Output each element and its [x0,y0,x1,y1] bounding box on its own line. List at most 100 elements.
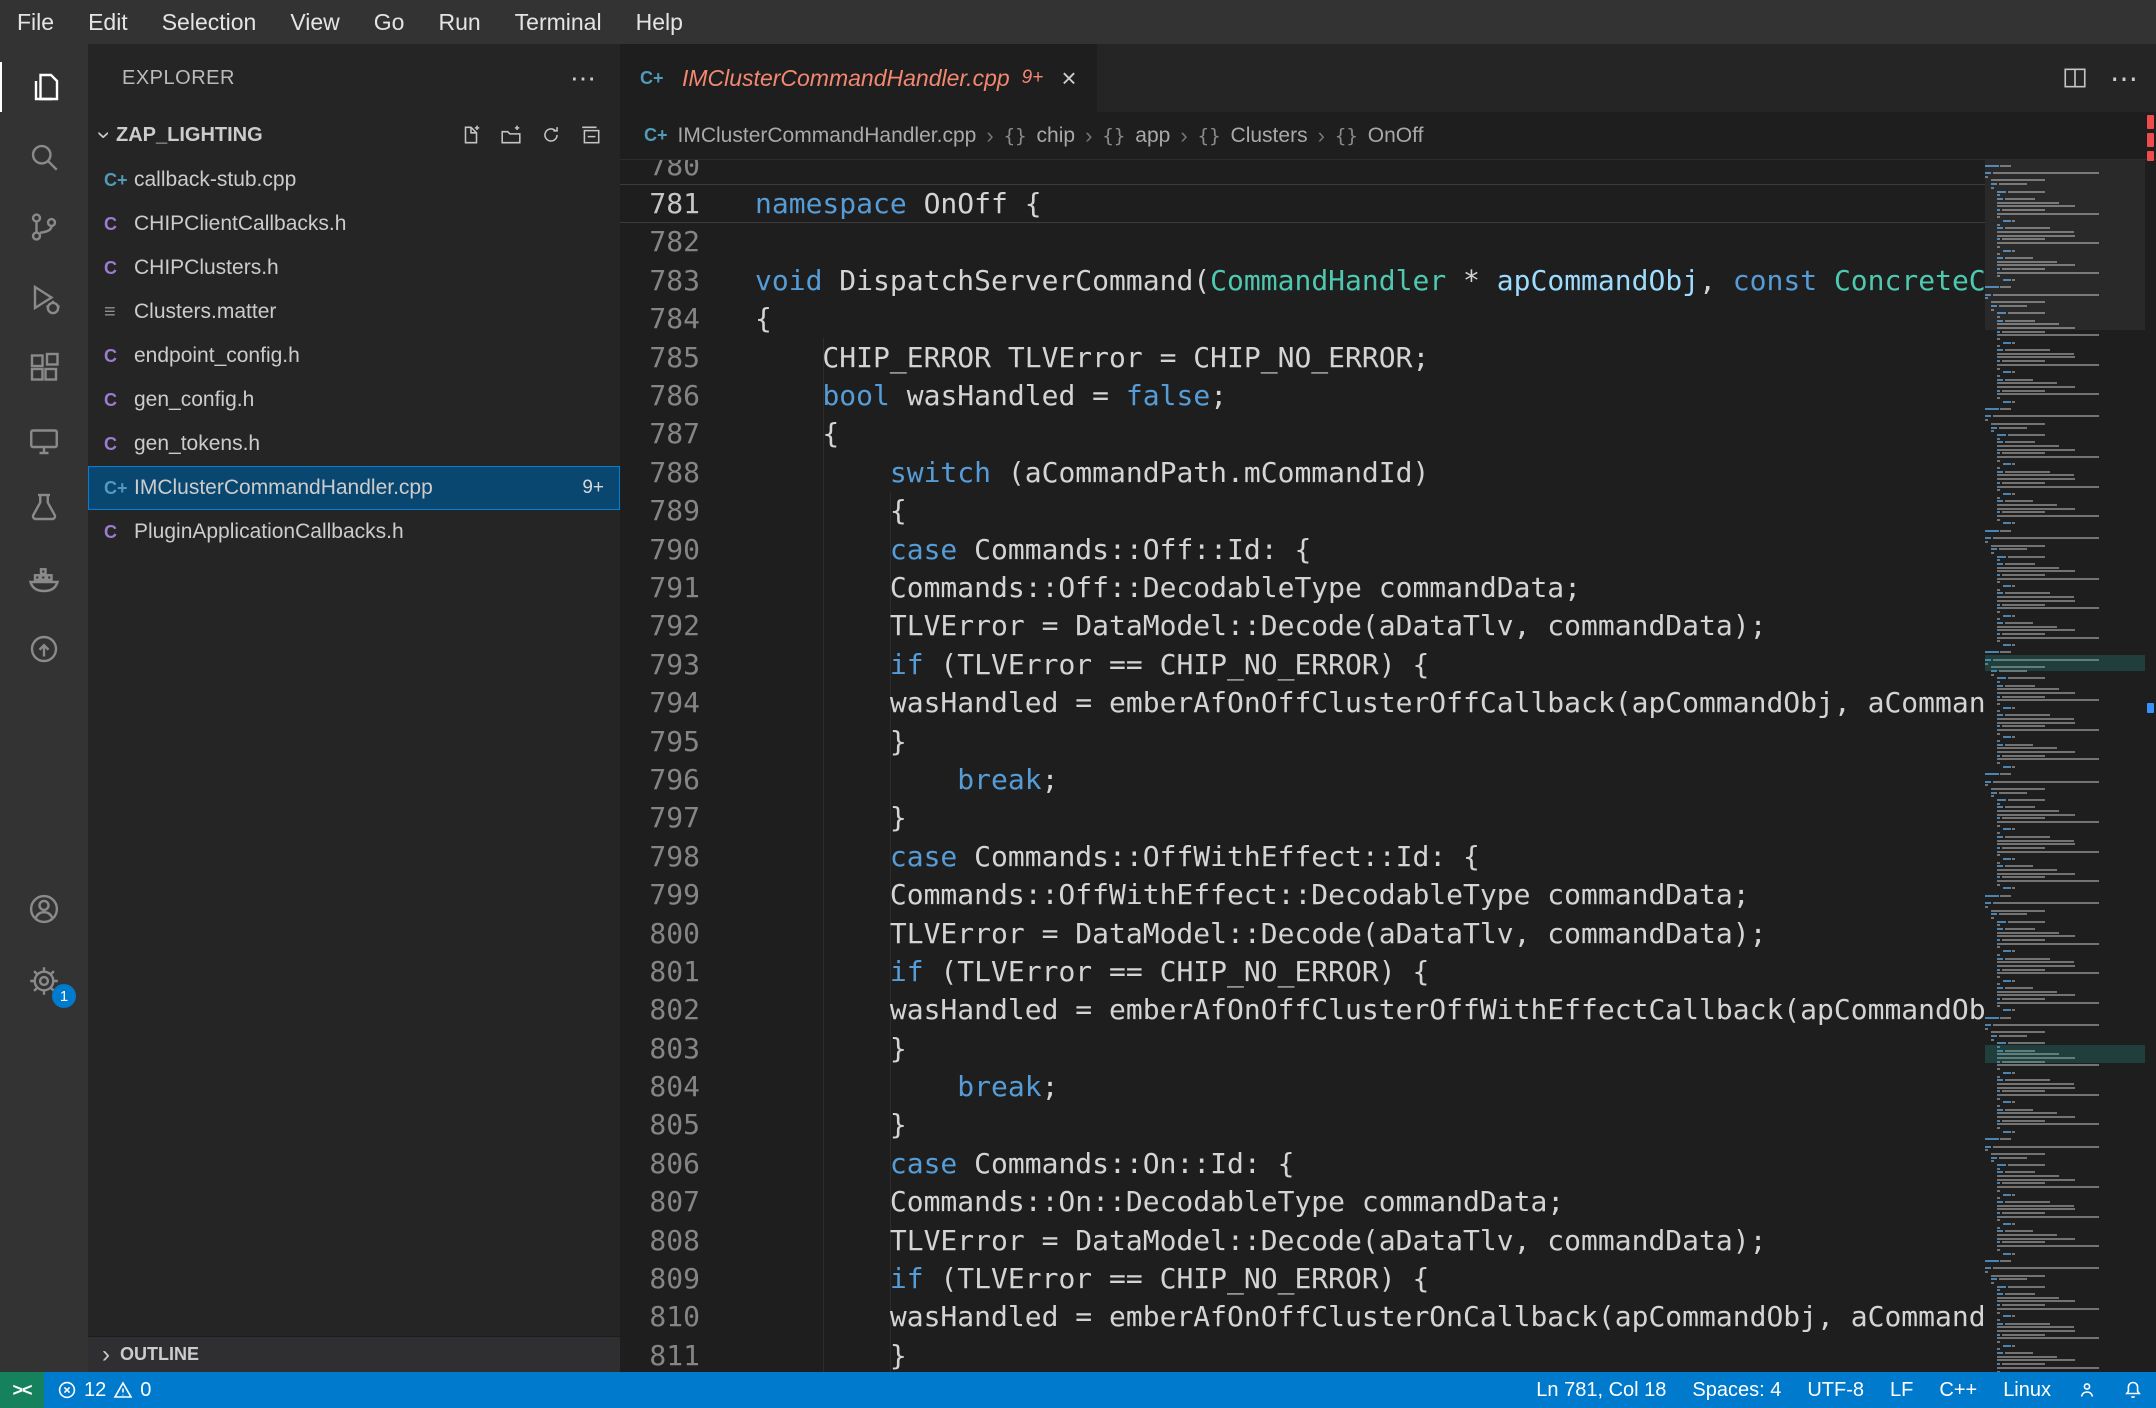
code-line-786[interactable]: 786 bool wasHandled = false; [620,376,1985,414]
extensions-icon[interactable] [0,344,88,394]
menu-selection[interactable]: Selection [145,0,274,44]
line-number[interactable]: 788 [620,456,700,489]
code-line-787[interactable]: 787 { [620,415,1985,453]
search-icon[interactable] [0,132,88,182]
code-line-806[interactable]: 806 case Commands::On::Id: { [620,1144,1985,1182]
line-number[interactable]: 780 [620,160,700,182]
line-number[interactable]: 803 [620,1032,700,1065]
line-number[interactable]: 800 [620,917,700,950]
line-number[interactable]: 793 [620,648,700,681]
code-line-797[interactable]: 797 } [620,799,1985,837]
settings-gear-icon[interactable]: 1 [0,956,88,1008]
editor-more-icon[interactable]: ⋯ [2110,62,2138,95]
file-row[interactable]: C+ IMClusterCommandHandler.cpp 9+ [88,466,620,510]
minimap[interactable] [1985,160,2145,1372]
menu-edit[interactable]: Edit [71,0,145,44]
line-number[interactable]: 796 [620,763,700,796]
encoding[interactable]: UTF-8 [1794,1372,1877,1408]
line-number[interactable]: 804 [620,1070,700,1103]
new-file-icon[interactable] [460,124,482,146]
live-share-icon[interactable] [0,624,88,674]
line-number[interactable]: 787 [620,417,700,450]
code-line-788[interactable]: 788 switch (aCommandPath.mCommandId) [620,453,1985,491]
file-row[interactable]: C+ callback-stub.cpp [88,158,620,202]
code-line-809[interactable]: 809 if (TLVError == CHIP_NO_ERROR) { [620,1259,1985,1297]
code-line-793[interactable]: 793 if (TLVError == CHIP_NO_ERROR) { [620,645,1985,683]
line-number[interactable]: 789 [620,494,700,527]
line-number[interactable]: 795 [620,725,700,758]
menu-terminal[interactable]: Terminal [498,0,619,44]
code-line-782[interactable]: 782 [620,223,1985,261]
refresh-icon[interactable] [540,124,562,146]
menu-go[interactable]: Go [357,0,422,44]
code-line-789[interactable]: 789 { [620,492,1985,530]
file-row[interactable]: Cgen_tokens.h [88,422,620,466]
menu-file[interactable]: File [0,0,71,44]
line-number[interactable]: 784 [620,302,700,335]
menu-view[interactable]: View [273,0,356,44]
line-number[interactable]: 790 [620,533,700,566]
collapse-all-icon[interactable] [580,124,602,146]
line-number[interactable]: 801 [620,955,700,988]
minimap-slider[interactable] [1985,160,2145,330]
line-number[interactable]: 809 [620,1262,700,1295]
line-number[interactable]: 797 [620,801,700,834]
source-control-icon[interactable] [0,202,88,252]
split-editor-icon[interactable] [2062,65,2088,91]
line-number[interactable]: 806 [620,1147,700,1180]
code-line-811[interactable]: 811 } [620,1336,1985,1372]
new-folder-icon[interactable] [500,124,522,146]
run-debug-icon[interactable] [0,274,88,324]
docker-icon[interactable] [0,554,88,604]
line-number[interactable]: 802 [620,993,700,1026]
line-number[interactable]: 799 [620,878,700,911]
line-number[interactable]: 786 [620,379,700,412]
close-icon[interactable]: × [1061,63,1076,94]
breadcrumb-item[interactable]: chip [1037,124,1076,148]
code-line-791[interactable]: 791 Commands::Off::DecodableType command… [620,568,1985,606]
remote-os[interactable]: Linux [1990,1372,2064,1408]
code-line-808[interactable]: 808 TLVError = DataModel::Decode(aDataTl… [620,1221,1985,1259]
breadcrumb-item[interactable]: app [1135,124,1170,148]
code-line-794[interactable]: 794 wasHandled = emberAfOnOffClusterOffC… [620,683,1985,721]
breadcrumb-item[interactable]: OnOff [1368,124,1424,148]
code-line-799[interactable]: 799 Commands::OffWithEffect::DecodableTy… [620,875,1985,913]
explorer-icon[interactable] [0,62,88,112]
code-line-790[interactable]: 790 case Commands::Off::Id: { [620,530,1985,568]
line-number[interactable]: 807 [620,1185,700,1218]
file-row[interactable]: ≡ Clusters.matter [88,290,620,334]
remote-indicator[interactable]: >< [0,1372,44,1408]
code-line-800[interactable]: 800 TLVError = DataModel::Decode(aDataTl… [620,914,1985,952]
language-mode[interactable]: C++ [1926,1372,1990,1408]
folder-section-header[interactable]: › ZAP_LIGHTING [88,112,620,158]
line-number[interactable]: 808 [620,1224,700,1257]
overview-ruler[interactable] [2145,44,2156,1372]
code-line-804[interactable]: 804 break; [620,1067,1985,1105]
file-row[interactable]: Cendpoint_config.h [88,334,620,378]
line-number[interactable]: 791 [620,571,700,604]
code-line-807[interactable]: 807 Commands::On::DecodableType commandD… [620,1183,1985,1221]
line-number[interactable]: 794 [620,686,700,719]
code-line-784[interactable]: 784 { [620,300,1985,338]
line-number[interactable]: 783 [620,264,700,297]
code-line-802[interactable]: 802 wasHandled = emberAfOnOffClusterOffW… [620,991,1985,1029]
code-line-795[interactable]: 795 } [620,722,1985,760]
testing-icon[interactable] [0,482,88,532]
code-line-780[interactable]: 780 [620,160,1985,184]
code-line-801[interactable]: 801 if (TLVError == CHIP_NO_ERROR) { [620,952,1985,990]
tab-imclustercommandhandler[interactable]: C+ IMClusterCommandHandler.cpp 9+ × [620,44,1097,112]
code-line-781[interactable]: 781 namespace OnOff { [620,184,1985,222]
cursor-position[interactable]: Ln 781, Col 18 [1523,1372,1679,1408]
code-line-796[interactable]: 796 break; [620,760,1985,798]
menu-help[interactable]: Help [619,0,700,44]
file-row[interactable]: Cgen_config.h [88,378,620,422]
file-row[interactable]: C CHIPClientCallbacks.h [88,202,620,246]
code-line-810[interactable]: 810 wasHandled = emberAfOnOffClusterOnCa… [620,1298,1985,1336]
code-editor[interactable]: 780 781 namespace OnOff {782 783 void Dispat… [620,160,1985,1372]
line-number[interactable]: 805 [620,1108,700,1141]
accounts-icon[interactable] [0,884,88,934]
indentation[interactable]: Spaces: 4 [1679,1372,1794,1408]
notifications-bell[interactable] [2110,1372,2156,1408]
problems-status[interactable]: 12 0 [44,1372,164,1408]
line-number[interactable]: 782 [620,225,700,258]
